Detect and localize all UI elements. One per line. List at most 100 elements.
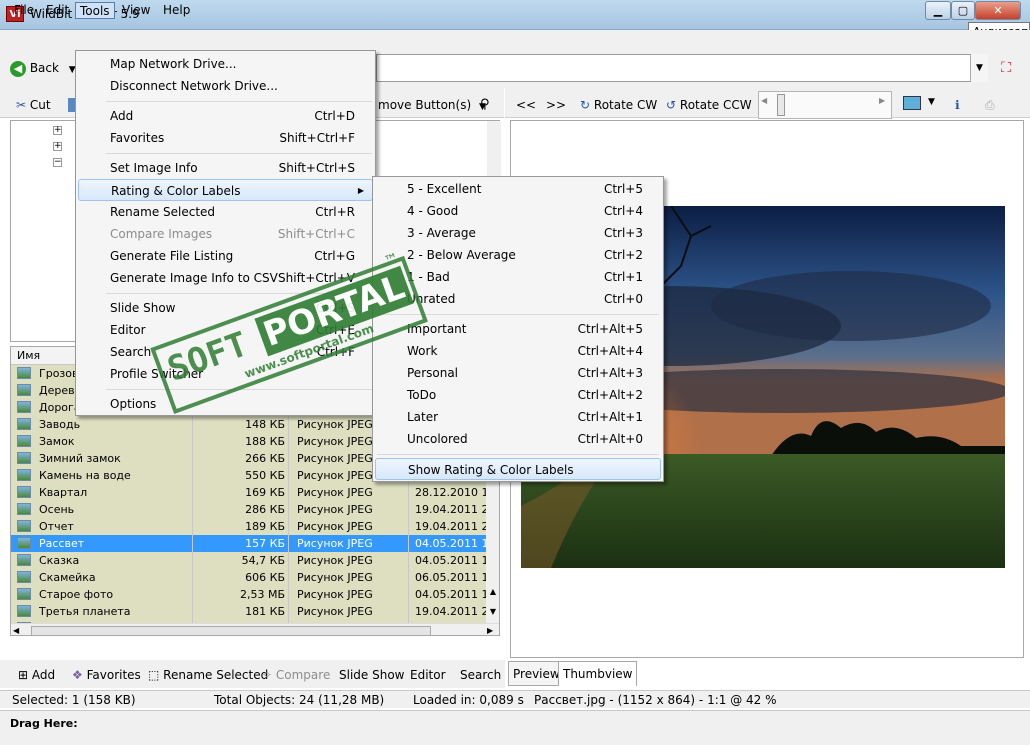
menu-item-label: Rating & Color Labels (111, 184, 241, 198)
tree-expander[interactable]: + (53, 142, 62, 151)
table-row[interactable]: Осень 286 КБ Рисунок JPEG 19.04.2011 22 (11, 501, 486, 518)
path-combobox[interactable] (376, 54, 988, 82)
image-file-icon (17, 435, 31, 447)
rating-menu-item[interactable]: Later Ctrl+Alt+1 (375, 406, 661, 428)
cell-type: Рисунок JPEG (297, 571, 373, 584)
status-loaded: Loaded in: 0,089 s (413, 693, 524, 707)
cell-name: Сказка (39, 554, 80, 567)
print-icon[interactable]: ⎙ (985, 96, 995, 114)
rename-icon: ⬚ (148, 668, 160, 682)
rating-menu-item[interactable]: Show Rating & Color Labels (375, 458, 661, 480)
table-row[interactable]: Третья планета 181 КБ Рисунок JPEG 19.04.20… (11, 603, 486, 620)
tools-menu-item[interactable]: Compare Images Shift+Ctrl+C (78, 223, 373, 245)
rating-menu-item[interactable]: Uncolored Ctrl+Alt+0 (375, 428, 661, 450)
close-button[interactable]: ✕ (975, 1, 1021, 20)
scroll-thumb[interactable] (31, 626, 431, 635)
list-horizontal-scrollbar[interactable]: ◀ ▶ (11, 623, 499, 635)
table-row[interactable]: Скамейка 606 КБ Рисунок JPEG 06.05.2011 13 (11, 569, 486, 586)
slider-thumb[interactable] (777, 94, 785, 116)
scroll-down-arrow-icon[interactable]: ▼ (487, 607, 499, 621)
rotate-cw-button[interactable]: ↻ Rotate CW (580, 96, 657, 114)
slider-left-arrow-icon[interactable]: ◀ (761, 96, 771, 114)
tab-thumbview[interactable]: Thumbview (558, 661, 638, 686)
previous-button[interactable]: << (516, 96, 536, 114)
tools-menu-item[interactable]: Map Network Drive... (78, 53, 373, 75)
compare-button[interactable]: ✧ Compare (262, 667, 330, 683)
rating-menu-item[interactable]: 2 - Below Average Ctrl+2 (375, 244, 661, 266)
menu-item-label: Show Rating & Color Labels (408, 463, 574, 477)
favorites-button[interactable]: ❖ Favorites (72, 667, 141, 683)
menu-view[interactable]: View (118, 2, 154, 19)
rotate-ccw-button[interactable]: ↺ Rotate CCW (666, 96, 752, 114)
tab-preview[interactable]: Preview (508, 661, 565, 686)
search-button[interactable]: Search (460, 667, 501, 683)
rename-selected-button[interactable]: ⬚ Rename Selected (148, 667, 268, 683)
fullscreen-icon[interactable]: ⛶ (996, 58, 1016, 78)
editor-button[interactable]: Editor (410, 667, 446, 683)
tools-menu-item[interactable]: Rename Selected Ctrl+R (78, 201, 373, 223)
cell-type: Рисунок JPEG (297, 503, 373, 516)
cell-name: Отчет (39, 520, 74, 533)
cell-size: 54,7 КБ (241, 554, 285, 567)
menu-item-shortcut: Ctrl+D (314, 109, 355, 123)
rating-menu-item[interactable]: 4 - Good Ctrl+4 (375, 200, 661, 222)
menu-item-shortcut: Ctrl+2 (603, 248, 643, 262)
scroll-right-arrow-icon[interactable]: ▶ (487, 626, 493, 635)
chevron-down-icon[interactable]: ▼ (928, 97, 935, 107)
menu-item-label: 5 - Excellent (407, 182, 482, 196)
rating-menu-item[interactable]: 5 - Excellent Ctrl+5 (375, 178, 661, 200)
column-header-name[interactable]: Имя (17, 349, 40, 362)
back-button[interactable]: ◀ Back ▼ (10, 58, 76, 78)
table-row[interactable]: Сказка 54,7 КБ Рисунок JPEG 04.05.2011 15 (11, 552, 486, 569)
zoom-slider[interactable]: ◀ ▶ (758, 91, 892, 119)
tools-menu-item[interactable]: Add Ctrl+D (78, 105, 373, 127)
cell-name: Рассвет (39, 537, 85, 550)
minimize-button[interactable]: ▁ (925, 1, 951, 20)
maximize-button[interactable]: ▢ (951, 1, 975, 20)
status-image-info: Рассвет.jpg - (1152 x 864) - 1:1 @ 42 % (534, 693, 777, 707)
cell-size: 157 КБ (245, 537, 285, 550)
cell-type: Рисунок JPEG (297, 469, 373, 482)
image-file-icon (17, 605, 31, 617)
table-row[interactable]: Рассвет 157 КБ Рисунок JPEG 04.05.2011 14 (11, 535, 486, 552)
cell-name: Третья планета (39, 605, 131, 618)
menu-help[interactable]: Help (159, 2, 194, 19)
rating-menu-item[interactable]: ToDo Ctrl+Alt+2 (375, 384, 661, 406)
tree-expander[interactable]: − (53, 158, 62, 167)
tools-menu-item[interactable]: Favorites Shift+Ctrl+F (78, 127, 373, 149)
scroll-up-arrow-icon[interactable]: ▲ (487, 587, 499, 601)
add-icon: ⊞ (18, 668, 29, 682)
next-button[interactable]: >> (546, 96, 566, 114)
tools-menu-item[interactable]: Set Image Info Shift+Ctrl+S (78, 157, 373, 179)
filter-icon[interactable]: ⚲ (480, 96, 490, 114)
tools-menu-item[interactable]: Rating & Color Labels ▶ (78, 179, 373, 201)
scroll-left-arrow-icon[interactable]: ◀ (13, 626, 19, 635)
cell-name: Старое фото (39, 588, 114, 601)
cut-button[interactable]: ✂ Cut (16, 96, 51, 114)
slider-right-arrow-icon[interactable]: ▶ (879, 96, 889, 114)
tools-menu-item[interactable]: Disconnect Network Drive... (78, 75, 373, 97)
monitor-icon[interactable] (903, 96, 921, 110)
remove-buttons-button[interactable]: move Button(s) ▼ (378, 96, 486, 114)
rating-menu-item[interactable]: 3 - Average Ctrl+3 (375, 222, 661, 244)
table-row[interactable]: Отчет 189 КБ Рисунок JPEG 19.04.2011 21 (11, 518, 486, 535)
menu-tools[interactable]: Tools (75, 2, 115, 19)
slideshow-button[interactable]: Slide Show (339, 667, 404, 683)
table-row[interactable]: Квартал 169 КБ Рисунок JPEG 28.12.2010 17 (11, 484, 486, 501)
tree-expander[interactable]: + (53, 126, 62, 135)
menu-item-shortcut: Ctrl+1 (603, 270, 643, 284)
menu-edit[interactable]: Edit (42, 2, 73, 19)
cell-size: 189 КБ (245, 520, 285, 533)
table-row[interactable]: Старое фото 2,53 МБ Рисунок JPEG 04.05.2011… (11, 586, 486, 603)
path-dropdown-button[interactable]: ▼ (970, 54, 988, 82)
menu-file[interactable]: File (10, 2, 38, 19)
cell-size: 181 КБ (245, 605, 285, 618)
drag-area[interactable]: Drag Here: (0, 710, 1030, 745)
info-icon[interactable]: ℹ (955, 96, 960, 114)
rotate-ccw-icon: ↺ (666, 98, 677, 112)
rating-menu-item[interactable]: 1 - Bad Ctrl+1 (375, 266, 661, 288)
add-button[interactable]: ⊞ Add (18, 667, 55, 683)
cell-date: 28.12.2010 17 (415, 486, 486, 499)
menu-item-shortcut: Ctrl+Alt+0 (577, 432, 643, 446)
cell-name: Камень на воде (39, 469, 131, 482)
